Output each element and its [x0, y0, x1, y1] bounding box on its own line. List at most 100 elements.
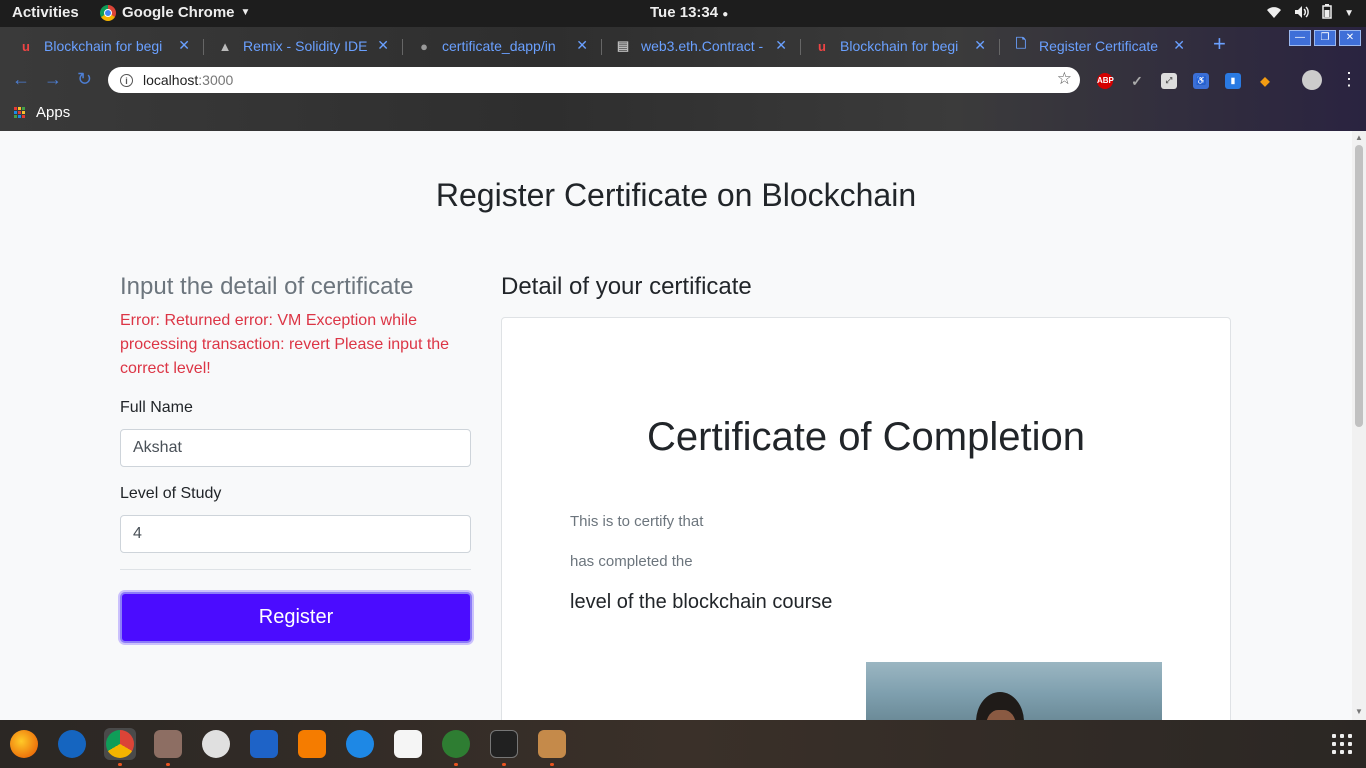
docs-icon: ▤	[616, 38, 630, 53]
apps-label: Apps	[36, 104, 71, 121]
certificate-level-line: level of the blockchain course	[570, 591, 833, 613]
chrome-icon[interactable]	[106, 730, 134, 758]
files-icon[interactable]	[154, 730, 182, 758]
browser-toolbar: ← → ↻ i localhost:3000 ☆ ABP ✓ ⤢ ♿ ▮ ◆ ⋮	[0, 61, 1366, 99]
tab-web3[interactable]: ▤ web3.eth.Contract - ✕	[601, 31, 797, 61]
udemy-icon: u	[818, 38, 826, 54]
tab-github[interactable]: ● certificate_dapp/in ✕	[402, 31, 598, 61]
system-top-bar: Activities Google Chrome ▼ Tue 13:34 ● ▼	[0, 0, 1366, 27]
maximize-button[interactable]: ❐	[1314, 30, 1336, 46]
certificate-card: Certificate of Completion This is to cer…	[501, 317, 1231, 720]
terminal-icon[interactable]	[490, 730, 518, 758]
tab-blockchain-2[interactable]: u Blockchain for begi ✕	[800, 31, 996, 61]
full-name-label: Full Name	[120, 399, 193, 416]
tab-title: Blockchain for begi	[44, 38, 163, 54]
error-message: Error: Returned error: VM Exception whil…	[120, 312, 450, 377]
register-button[interactable]: Register	[120, 592, 472, 643]
tab-title: Blockchain for begi	[840, 38, 959, 54]
running-indicator	[502, 763, 506, 766]
form-heading: Input the detail of certificate	[120, 273, 414, 300]
address-bar[interactable]: i localhost:3000 ☆	[108, 67, 1080, 93]
close-window-button[interactable]: ✕	[1339, 30, 1361, 46]
address-host: localhost	[143, 72, 199, 88]
scroll-up-icon[interactable]: ▲	[1355, 133, 1363, 142]
running-indicator	[550, 763, 554, 766]
adblock-icon[interactable]: ABP	[1097, 73, 1114, 89]
rhythmbox-icon[interactable]	[202, 730, 230, 758]
metamask-icon[interactable]: ◆	[1257, 73, 1273, 89]
info-icon[interactable]: i	[120, 73, 133, 87]
certificate-heading: Detail of your certificate	[501, 273, 752, 300]
chrome-icon	[100, 4, 116, 21]
running-indicator	[454, 763, 458, 766]
github-icon: ●	[420, 38, 428, 54]
tab-remix[interactable]: ▲ Remix - Solidity IDE ✕	[203, 31, 399, 61]
thunderbird-icon[interactable]	[58, 730, 86, 758]
forward-button[interactable]: →	[44, 69, 62, 90]
page-viewport: Register Certificate on Blockchain Input…	[0, 131, 1352, 720]
page-title: Register Certificate on Blockchain	[435, 177, 917, 213]
browser-chrome: u Blockchain for begi ✕ ▲ Remix - Solidi…	[0, 27, 1366, 131]
volume-icon	[1294, 5, 1310, 23]
atom-icon[interactable]	[442, 730, 470, 758]
dock	[0, 720, 1366, 768]
wifi-icon	[1266, 5, 1282, 23]
activities-button[interactable]: Activities	[12, 4, 79, 21]
accessibility-icon[interactable]: ♿	[1193, 73, 1209, 89]
tab-title: certificate_dapp/in	[442, 38, 556, 54]
address-port: :3000	[198, 72, 234, 88]
scrollbar-thumb[interactable]	[1355, 145, 1363, 427]
clock-label: Tue 13:34	[650, 4, 719, 21]
software-center-icon[interactable]	[298, 730, 326, 758]
close-icon[interactable]: ✕	[974, 37, 986, 54]
close-icon[interactable]: ✕	[1173, 37, 1185, 54]
chevron-down-icon: ▼	[240, 7, 251, 18]
tab-title: web3.eth.Contract -	[641, 38, 764, 54]
firefox-icon[interactable]	[10, 730, 38, 758]
tab-register-certificate[interactable]: 🗋 Register Certificate ✕	[999, 31, 1195, 61]
level-input[interactable]: 4	[120, 515, 471, 553]
tab-blockchain-1[interactable]: u Blockchain for begi ✕	[4, 31, 200, 61]
reload-button[interactable]: ↻	[77, 69, 92, 90]
bookmark-extension-icon[interactable]: ▮	[1225, 73, 1241, 89]
system-tray[interactable]: ▼	[1266, 4, 1354, 23]
new-tab-button[interactable]: +	[1213, 31, 1226, 57]
page-icon: 🗋	[1015, 36, 1027, 51]
level-label: Level of Study	[120, 485, 222, 502]
apps-grid-icon	[14, 106, 26, 119]
profile-avatar[interactable]	[1302, 70, 1322, 90]
full-name-input[interactable]: Akshat	[120, 429, 471, 467]
running-indicator	[118, 763, 122, 766]
show-applications-icon[interactable]	[1332, 734, 1352, 754]
amazon-icon[interactable]	[394, 730, 422, 758]
bookmark-star-icon[interactable]: ☆	[1057, 69, 1072, 89]
close-icon[interactable]: ✕	[576, 37, 588, 54]
close-icon[interactable]: ✕	[377, 37, 389, 54]
app-menu[interactable]: Google Chrome ▼	[100, 4, 250, 21]
scroll-down-icon[interactable]: ▼	[1355, 707, 1363, 716]
certificate-line-1: This is to certify that	[570, 513, 704, 530]
certificate-photo	[866, 662, 1162, 720]
certificate-line-2: has completed the	[570, 553, 693, 570]
minimize-button[interactable]: —	[1289, 30, 1311, 46]
certificate-title: Certificate of Completion	[647, 415, 1085, 459]
box-app-icon[interactable]	[538, 730, 566, 758]
help-icon[interactable]	[346, 730, 374, 758]
power-menu-icon: ▼	[1344, 8, 1354, 19]
close-icon[interactable]: ✕	[178, 37, 190, 54]
clock[interactable]: Tue 13:34 ●	[650, 4, 728, 21]
more-menu-icon[interactable]: ⋮	[1340, 69, 1358, 90]
check-icon[interactable]: ✓	[1129, 73, 1145, 89]
back-button[interactable]: ←	[12, 69, 30, 90]
running-indicator	[166, 763, 170, 766]
extension-icon[interactable]: ⤢	[1161, 73, 1177, 89]
tab-title: Register Certificate	[1039, 38, 1159, 54]
battery-icon	[1322, 4, 1332, 23]
apps-shortcut[interactable]: Apps	[14, 104, 70, 121]
tab-strip: u Blockchain for begi ✕ ▲ Remix - Solidi…	[0, 27, 1366, 61]
page-scrollbar[interactable]: ▲ ▼	[1352, 131, 1366, 720]
writer-icon[interactable]	[250, 730, 278, 758]
close-icon[interactable]: ✕	[775, 37, 787, 54]
bookmarks-bar: Apps	[0, 99, 1366, 131]
app-menu-label: Google Chrome	[122, 4, 235, 21]
